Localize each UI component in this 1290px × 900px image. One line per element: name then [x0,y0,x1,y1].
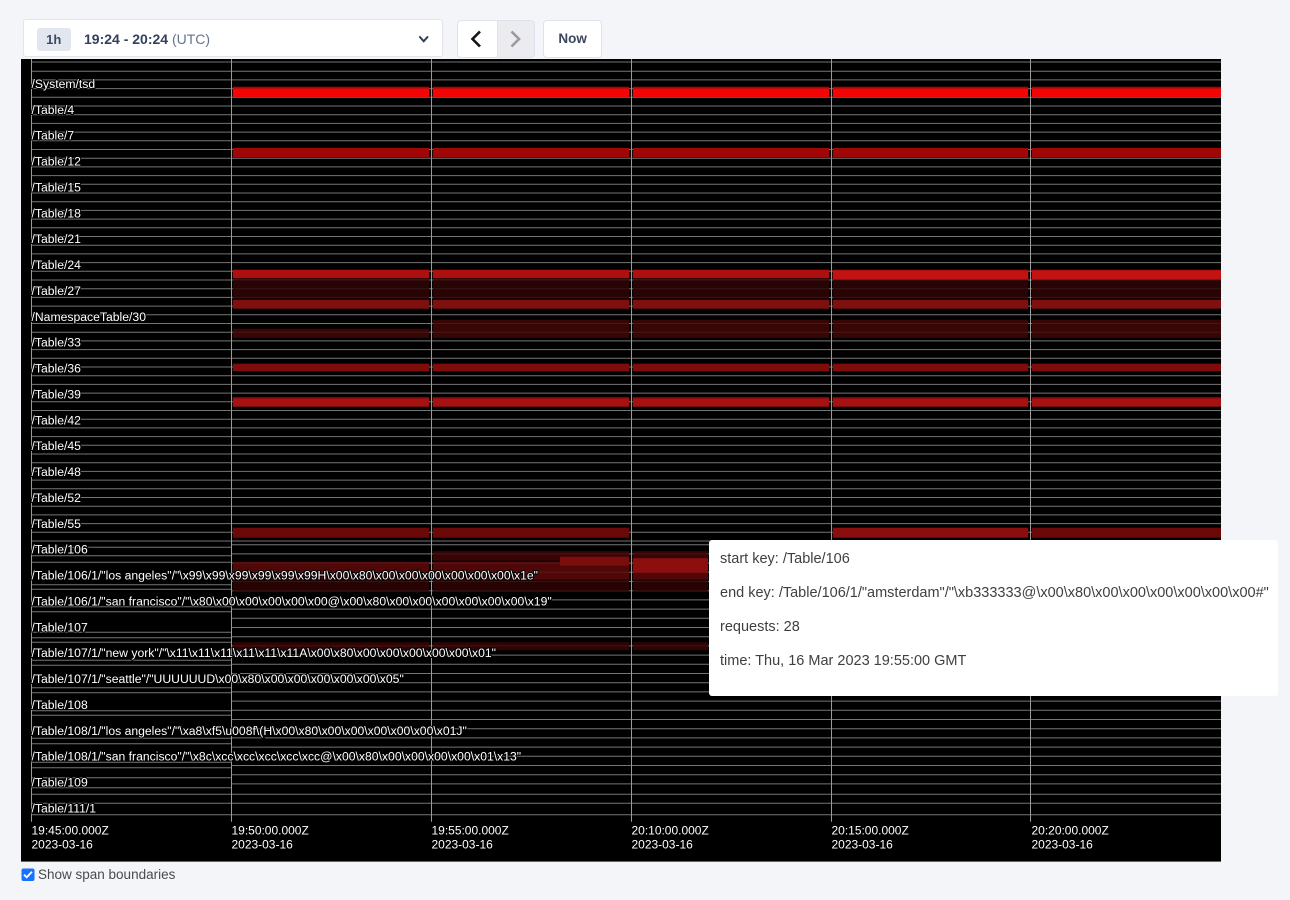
svg-text:2023-03-16: 2023-03-16 [32,838,94,852]
svg-text:19:50:00.000Z: 19:50:00.000Z [232,824,309,838]
svg-text:/Table/36: /Table/36 [32,362,82,376]
svg-text:/Table/4: /Table/4 [32,103,75,117]
svg-text:/Table/33: /Table/33 [32,336,82,350]
svg-text:2023-03-16: 2023-03-16 [631,838,693,852]
svg-text:/Table/108/1/"san francisco"/": /Table/108/1/"san francisco"/"\x8c\xcc\x… [32,750,522,764]
svg-text:/Table/107/1/"seattle"/"UUUUUU: /Table/107/1/"seattle"/"UUUUUUD\x00\x80\… [32,672,404,686]
svg-text:20:15:00.000Z: 20:15:00.000Z [831,824,908,838]
svg-text:2023-03-16: 2023-03-16 [1031,838,1093,852]
svg-text:/Table/27: /Table/27 [32,284,82,298]
svg-text:/Table/107: /Table/107 [32,621,88,635]
svg-text:/Table/12: /Table/12 [32,155,82,169]
svg-text:/Table/18: /Table/18 [32,207,82,221]
svg-text:20:20:00.000Z: 20:20:00.000Z [1031,824,1108,838]
svg-text:/Table/109: /Table/109 [32,776,88,790]
svg-text:19:55:00.000Z: 19:55:00.000Z [432,824,509,838]
svg-text:/NamespaceTable/30: /NamespaceTable/30 [32,310,147,324]
svg-text:/Table/52: /Table/52 [32,491,82,505]
svg-text:/Table/45: /Table/45 [32,439,82,453]
svg-text:2023-03-16: 2023-03-16 [232,838,294,852]
svg-text:/Table/48: /Table/48 [32,465,82,479]
svg-text:/Table/108/1/"los angeles"/"\x: /Table/108/1/"los angeles"/"\xa8\xf5\u00… [32,724,467,738]
svg-text:/Table/106/1/"los angeles"/"\x: /Table/106/1/"los angeles"/"\x99\x99\x99… [32,569,538,583]
svg-text:2023-03-16: 2023-03-16 [432,838,494,852]
svg-text:/Table/21: /Table/21 [32,232,82,246]
svg-text:2023-03-16: 2023-03-16 [831,838,893,852]
svg-text:/Table/107/1/"new york"/"\x11\: /Table/107/1/"new york"/"\x11\x11\x11\x1… [32,646,496,660]
svg-text:/Table/24: /Table/24 [32,258,82,272]
svg-text:/Table/15: /Table/15 [32,181,82,195]
svg-text:/Table/55: /Table/55 [32,517,82,531]
svg-text:/System/tsd: /System/tsd [32,77,96,91]
svg-text:/Table/111/1: /Table/111/1 [32,802,97,816]
svg-text:/Table/7: /Table/7 [32,129,75,143]
svg-text:/Table/108: /Table/108 [32,698,88,712]
svg-text:/Table/42: /Table/42 [32,414,82,428]
svg-text:/Table/106/1/"san francisco"/": /Table/106/1/"san francisco"/"\x80\x00\x… [32,595,552,609]
svg-text:/Table/39: /Table/39 [32,388,82,402]
svg-text:20:10:00.000Z: 20:10:00.000Z [631,824,708,838]
svg-text:/Table/106: /Table/106 [32,543,88,557]
svg-text:19:45:00.000Z: 19:45:00.000Z [32,824,109,838]
